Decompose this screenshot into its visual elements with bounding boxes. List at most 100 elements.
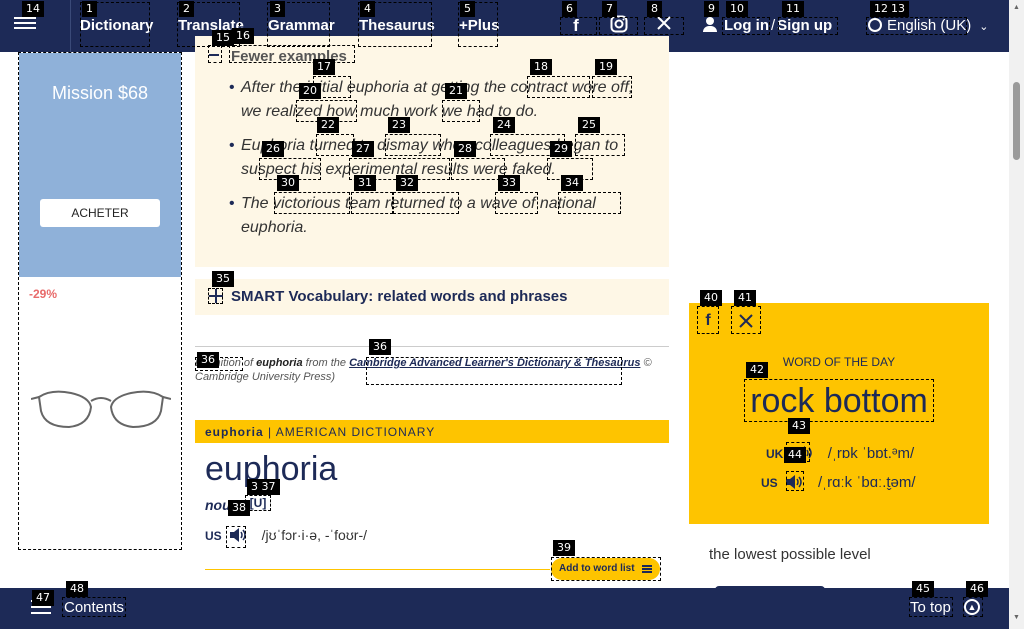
nav-grammar[interactable]: Grammar — [268, 17, 335, 34]
annotation-badge: 24 — [493, 117, 515, 133]
advertisement[interactable]: Mission $68 ACHETER -29% — [18, 52, 182, 550]
x-icon[interactable] — [653, 15, 675, 37]
globe-icon — [868, 18, 882, 32]
language-label: English (UK) — [887, 17, 972, 34]
facebook-share-icon[interactable]: f — [697, 306, 719, 334]
region-label: US — [205, 529, 222, 543]
nav-plus[interactable]: +Plus — [459, 17, 499, 34]
annotation-badge: 41 — [734, 290, 756, 306]
us-pronunciation: US/jʊˈfɔr·i·ə, -ˈfoʊr-/ — [205, 526, 367, 544]
chevron-down-icon: ⌄ — [979, 21, 989, 33]
annotation-badge: 6 — [562, 1, 577, 17]
x-share-icon[interactable] — [731, 306, 761, 334]
to-top-link[interactable]: To top — [910, 599, 951, 616]
annotation-badge: 39 — [553, 540, 575, 556]
annotation-badge: 45 — [912, 581, 934, 597]
annotation-badge: 35 — [212, 271, 234, 287]
annotation-badge: 46 — [966, 581, 988, 597]
annotation-badge: 15 — [212, 30, 234, 46]
add-button-label: Add to word list — [559, 563, 635, 574]
bar-word: euphoria — [205, 425, 264, 439]
login-link[interactable]: Log in — [724, 17, 769, 34]
wotd-us-pronunciation: US /ˌrɑːk ˈbɑː.t̬əm/ — [761, 473, 916, 491]
ipa: /ˌrɒk ˈbɒt.ᵊm/ — [827, 445, 915, 462]
annotation-badge: 14 — [22, 1, 44, 17]
annotation-badge: 9 — [704, 1, 719, 17]
section-divider — [195, 346, 669, 347]
annotation-badge: 16 — [232, 28, 254, 44]
annotation-badge: 40 — [700, 290, 722, 306]
annotation-badge: 48 — [66, 581, 88, 597]
nav-thesaurus[interactable]: Thesaurus — [359, 17, 435, 34]
separator-line — [205, 569, 550, 570]
smart-vocabulary-label[interactable]: SMART Vocabulary: related words and phra… — [231, 288, 567, 305]
bar-label: AMERICAN DICTIONARY — [275, 425, 436, 439]
annotation-badge: 17 — [313, 59, 335, 75]
add-to-word-list-button[interactable]: Add to word list — [551, 558, 660, 580]
smart-vocabulary[interactable]: SMART Vocabulary: related words and phra… — [195, 279, 669, 315]
ad-banner: Mission $68 ACHETER — [19, 53, 181, 277]
annotation-badge: 38 — [228, 500, 250, 516]
facebook-icon[interactable]: f — [565, 15, 587, 37]
annotation-badge: 30 — [277, 175, 299, 191]
wotd-word[interactable]: rock bottom — [744, 379, 934, 422]
credit-word: euphoria — [256, 357, 303, 369]
expand-icon[interactable] — [209, 289, 223, 303]
annotation-badge: 25 — [578, 117, 600, 133]
annotation-badge: 31 — [354, 175, 376, 191]
annotation-badge: 5 — [460, 1, 475, 17]
login-separator: / — [771, 17, 776, 34]
annotation-badge: 11 — [782, 1, 804, 17]
signup-link[interactable]: Sign up — [777, 17, 832, 34]
annotation-badge: 19 — [595, 59, 617, 75]
login-area: Log in / Sign up — [724, 17, 832, 34]
annotation-badge: 13 — [887, 1, 909, 17]
scrollbar-thumb[interactable] — [1013, 82, 1020, 160]
credit-source-link[interactable]: Cambridge Advanced Learner's Dictionary … — [349, 357, 640, 369]
speaker-icon[interactable] — [228, 526, 248, 544]
contents-link[interactable]: Contents — [64, 599, 124, 616]
ad-buy-button[interactable]: ACHETER — [40, 199, 160, 227]
annotation-badge: 32 — [396, 175, 418, 191]
ad-discount: -29% — [29, 287, 58, 301]
scroll-up-arrow[interactable]: ▲ — [1013, 4, 1020, 11]
annotation-badge: 33 — [498, 175, 520, 191]
annotation-badge: 34 — [561, 175, 583, 191]
scroll-down-arrow[interactable]: ▼ — [1013, 614, 1020, 621]
annotation-badge: 22 — [317, 117, 339, 133]
annotation-badge: 4 — [360, 1, 375, 17]
annotation-badge: 3 37 — [247, 479, 280, 495]
ipa: /ˌrɑːk ˈbɑː.t̬əm/ — [818, 474, 916, 491]
collapse-icon[interactable] — [209, 54, 219, 56]
annotation-badge: 1 — [82, 1, 97, 17]
annotation-badge: 29 — [550, 141, 572, 157]
annotation-badge: 10 — [726, 1, 748, 17]
annotation-badge: 27 — [352, 141, 374, 157]
vertical-scrollbar[interactable]: ▲ ▼ — [1009, 0, 1024, 629]
arrow-up-icon[interactable]: ▲ — [964, 599, 980, 615]
instagram-icon[interactable] — [608, 15, 630, 37]
menu-icon[interactable] — [14, 14, 36, 34]
credit-from: from the — [305, 357, 347, 369]
annotation-badge: 36 — [197, 352, 219, 368]
nav-divider — [70, 0, 71, 52]
examples-list: After the initial euphoria at getting th… — [225, 76, 635, 250]
annotation-badge: 44 — [784, 447, 806, 463]
bottom-bar: Contents To top ▲ — [0, 588, 1009, 629]
language-selector[interactable]: English (UK) ⌄ — [868, 17, 988, 34]
nav-dictionary[interactable]: Dictionary — [80, 17, 153, 34]
annotation-badge: 26 — [262, 141, 284, 157]
user-icon — [703, 17, 717, 32]
wotd-definition-text: the lowest possible level — [709, 546, 871, 563]
speaker-icon[interactable] — [784, 473, 804, 491]
list-icon — [642, 565, 652, 573]
annotation-badge: 21 — [445, 83, 467, 99]
american-dictionary-bar: euphoria | AMERICAN DICTIONARY — [195, 420, 669, 443]
annotation-badge: 42 — [746, 362, 768, 378]
wotd-definition: the lowest possible level — [689, 524, 989, 588]
annotation-badge: 8 — [647, 1, 662, 17]
example-sentence: The victorious team returned to a wave o… — [225, 192, 635, 240]
region-label: US — [761, 476, 778, 490]
annotation-badge: 23 — [388, 117, 410, 133]
annotation-badge: 28 — [454, 141, 476, 157]
